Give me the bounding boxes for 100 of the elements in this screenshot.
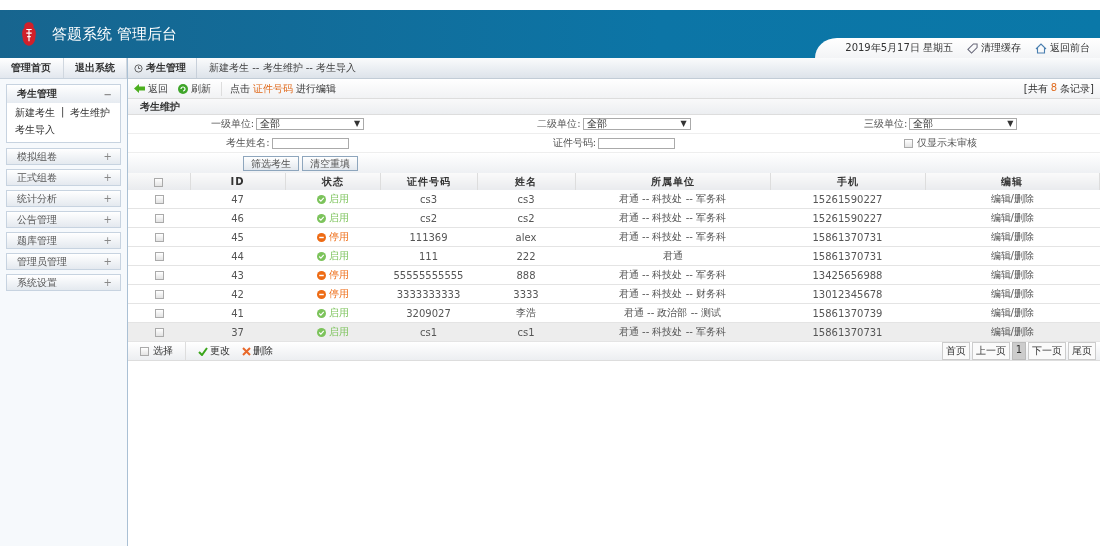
menu-link[interactable]: 考生导入 [15, 123, 55, 137]
row-checkbox[interactable] [154, 328, 164, 337]
table-cell: 43 [231, 269, 244, 281]
sidebar-tab[interactable]: 退出系统 [63, 58, 127, 78]
table-cell: 君通 -- 科技处 -- 军务科 [618, 231, 727, 242]
table-cell: alex [515, 231, 537, 243]
page-button[interactable]: 下一页 [1028, 342, 1066, 360]
edit-delete-link[interactable]: 编辑/删除 [990, 250, 1034, 261]
unit-dropdown[interactable]: 全部 ▼ [256, 118, 365, 130]
table-row[interactable]: 45 停用 111369 alex 君通 -- 科技处 -- 军务科 15861370731 编辑/删除 [128, 227, 1100, 247]
id-number-input[interactable] [598, 137, 676, 149]
edit-delete-link[interactable]: 编辑/删除 [990, 307, 1034, 318]
table-cell: cs2 [517, 212, 535, 224]
status-text: 启用 [328, 306, 349, 320]
header-link[interactable]: 返回前台 [1035, 41, 1090, 55]
table-cell: 君通 -- 科技处 -- 军务科 [618, 212, 727, 223]
table-row[interactable]: 46 启用 cs2 cs2 君通 -- 科技处 -- 军务科 15261590227 编辑/删除 [128, 208, 1100, 228]
menu-link[interactable]: 新建考生 [15, 106, 55, 120]
page-button[interactable]: 首页 [941, 342, 970, 360]
table-cell: 15861370731 [812, 326, 883, 338]
menu-group[interactable]: 公告管理 + [6, 211, 121, 228]
table-row[interactable]: 43 停用 55555555555 888 君通 -- 科技处 -- 军务科 13425656988 编辑/删除 [128, 265, 1100, 285]
table-row[interactable]: 37 启用 cs1 cs1 君通 -- 科技处 -- 军务科 15861370731 编辑/删除 [128, 322, 1100, 342]
table-cell[interactable]: 55555555555 [393, 269, 464, 281]
table-row[interactable]: 47 启用 cs3 cs3 君通 -- 科技处 -- 军务科 15261590227 编辑/删除 [128, 190, 1100, 209]
table-cell[interactable]: 111 [418, 250, 439, 262]
hint-text: 点击 [230, 81, 250, 96]
table-cell: 15261590227 [812, 212, 883, 224]
status-text: 停用 [328, 287, 349, 301]
back-button[interactable]: 返回 [134, 81, 168, 96]
table-cell[interactable]: 3333333333 [396, 288, 461, 300]
checkbox[interactable] [904, 138, 914, 148]
table-cell[interactable]: cs2 [419, 212, 438, 224]
header-link[interactable]: 清理缓存 [967, 41, 1021, 55]
table-cell: 42 [231, 288, 244, 300]
row-checkbox[interactable] [154, 252, 164, 261]
row-checkbox[interactable] [154, 309, 164, 318]
table-cell: 15261590227 [812, 193, 883, 205]
table-cell[interactable]: 111369 [409, 231, 448, 243]
row-checkbox[interactable] [154, 195, 164, 204]
column-header: ID [230, 176, 245, 187]
menu-group[interactable]: 管理员管理 + [6, 253, 121, 270]
menu-group[interactable]: 模拟组卷 + [6, 148, 121, 165]
edit-delete-link[interactable]: 编辑/删除 [990, 288, 1034, 299]
unit-dropdown[interactable]: 全部 ▼ [909, 118, 1018, 130]
seal-logo-icon [20, 21, 38, 47]
breadcrumb-current: 考生管理 [128, 58, 197, 78]
row-checkbox[interactable] [154, 233, 164, 242]
unit-dropdown[interactable]: 全部 ▼ [582, 118, 691, 130]
check-circle-icon [316, 194, 326, 204]
date-text: 2019年5月17日 星期五 [845, 41, 953, 55]
menu-group-title[interactable]: 考生管理 [17, 87, 57, 101]
edit-delete-link[interactable]: 编辑/删除 [990, 269, 1034, 280]
refresh-button[interactable]: 刷新 [178, 81, 211, 96]
check-circle-icon [316, 213, 326, 223]
row-checkbox[interactable] [154, 214, 164, 223]
table-row[interactable]: 42 停用 3333333333 3333 君通 -- 科技处 -- 财务科 13012345678 编辑/删除 [128, 284, 1100, 304]
name-input[interactable] [271, 137, 349, 149]
table-cell[interactable]: cs3 [419, 193, 438, 205]
table-cell: 888 [516, 269, 536, 281]
page-button[interactable]: 尾页 [1068, 342, 1096, 360]
row-checkbox[interactable] [154, 271, 164, 280]
table-cell: 47 [231, 193, 244, 205]
delete-button[interactable]: 删除 [242, 344, 273, 358]
table-row[interactable]: 44 启用 111 222 君通 15861370731 编辑/删除 [128, 246, 1100, 266]
modify-button[interactable]: 更改 [198, 344, 230, 358]
column-header: 姓名 [515, 175, 537, 187]
refresh-icon [178, 83, 188, 94]
edit-delete-link[interactable]: 编辑/删除 [990, 212, 1034, 223]
menu-group[interactable]: 正式组卷 + [6, 169, 121, 186]
checkbox-label: 仅显示未审核 [917, 136, 978, 150]
row-checkbox[interactable] [154, 290, 164, 299]
minus-circle-icon [316, 270, 326, 280]
edit-delete-link[interactable]: 编辑/删除 [990, 193, 1034, 204]
edit-delete-link[interactable]: 编辑/删除 [990, 231, 1034, 242]
checkbox[interactable] [140, 346, 149, 356]
filter-label: 二级单位: [537, 117, 581, 131]
filter-button[interactable]: 筛选考生 [243, 155, 299, 171]
filter-button[interactable]: 清空重填 [302, 155, 358, 171]
page-button[interactable]: 上一页 [971, 342, 1010, 360]
section-title: 考生维护 [128, 99, 1100, 115]
table-cell: 君通 -- 科技处 -- 军务科 [618, 269, 727, 280]
check-circle-icon [316, 251, 326, 261]
edit-delete-link[interactable]: 编辑/删除 [990, 326, 1034, 337]
menu-group[interactable]: 统计分析 + [6, 190, 121, 207]
table-cell[interactable]: cs1 [419, 326, 438, 338]
sidebar-tab[interactable]: 管理首页 [0, 58, 64, 78]
menu-group[interactable]: 题库管理 + [6, 232, 121, 249]
status-text: 停用 [328, 230, 349, 244]
select-all-checkbox[interactable] [154, 177, 164, 187]
column-header: 所属单位 [650, 175, 695, 187]
table-cell: 37 [231, 326, 244, 338]
table-cell: 44 [231, 250, 244, 262]
table-cell[interactable]: 3209027 [406, 307, 451, 319]
menu-group[interactable]: 系统设置 + [6, 274, 121, 291]
page-button[interactable]: 1 [1011, 342, 1026, 360]
table-cell: 45 [231, 231, 244, 243]
table-row[interactable]: 41 启用 3209027 李浩 君通 -- 政治部 -- 测试 15861370739 编辑/删除 [128, 303, 1100, 323]
table-cell: 13012345678 [812, 288, 883, 300]
menu-link[interactable]: 考生维护 [70, 106, 111, 120]
